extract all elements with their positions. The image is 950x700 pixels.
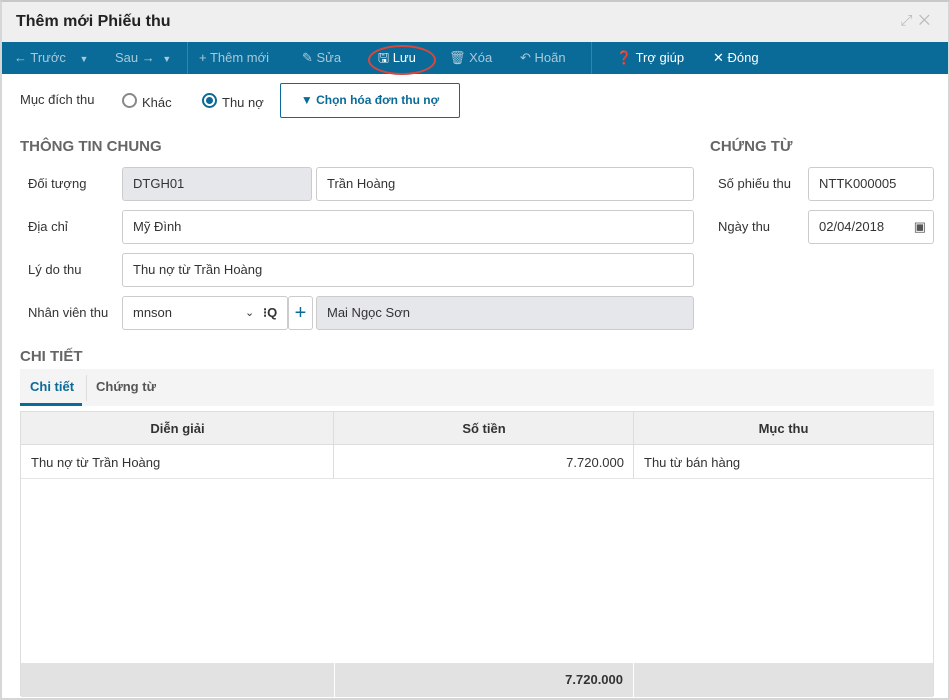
voucher-heading: CHỨNG TỪ: [710, 138, 793, 155]
calendar-icon[interactable]: ▣: [914, 211, 926, 243]
column-header[interactable]: Mục thu: [634, 412, 933, 445]
address-label: Địa chỉ: [28, 219, 68, 234]
choose-invoice-button[interactable]: ▼ Chọn hóa đơn thu nợ: [280, 83, 460, 118]
radio-other-label: Khác: [142, 95, 172, 110]
edit-button[interactable]: ✎ Sửa: [302, 42, 341, 74]
search-list-icon[interactable]: ⁝Q: [263, 297, 277, 329]
toolbar: ← Trước ▼ Sau → ▼ + Thêm mới ✎ Sửa 🖫 Lưu…: [2, 42, 948, 74]
delete-button[interactable]: 🗑 Xóa: [449, 42, 492, 74]
cell-category[interactable]: Thu từ bán hàng: [634, 446, 933, 479]
add-staff-button[interactable]: +: [288, 296, 313, 330]
receipt-dialog: Thêm mới Phiếu thu ⤢✕ ← Trước ▼ Sau → ▼ …: [0, 0, 950, 700]
prev-button[interactable]: ← Trước ▼: [14, 42, 88, 74]
tab-voucher[interactable]: Chứng từ: [96, 369, 156, 406]
total-amount: 7.720.000: [334, 663, 634, 697]
address-field[interactable]: Mỹ Đình: [122, 210, 694, 244]
chevron-down-icon: ▼: [162, 54, 172, 64]
dialog-title: Thêm mới Phiếu thu: [16, 13, 171, 30]
radio-debt-label: Thu nợ: [222, 95, 264, 110]
filter-icon: ▼: [300, 93, 317, 107]
chevron-down-icon: ▼: [79, 54, 89, 64]
plus-icon: +: [199, 50, 210, 65]
object-code-field[interactable]: DTGH01: [122, 167, 312, 201]
object-label: Đối tượng: [28, 176, 87, 191]
detail-heading: CHI TIẾT: [20, 348, 83, 365]
reason-field[interactable]: Thu nợ từ Trần Hoàng: [122, 253, 694, 287]
purpose-label: Mục đích thu: [20, 92, 95, 107]
chevron-down-icon: ⌄: [245, 307, 255, 319]
pencil-icon: ✎: [302, 50, 317, 65]
arrow-left-icon: ←: [14, 50, 31, 65]
close-icon[interactable]: ✕: [919, 12, 936, 29]
radio-debt[interactable]: [202, 93, 217, 108]
next-button[interactable]: Sau → ▼: [115, 42, 171, 74]
staff-label: Nhân viên thu: [28, 305, 109, 320]
undo-icon: ↶: [520, 50, 535, 65]
footer-cell: [634, 663, 933, 697]
title-bar: Thêm mới Phiếu thu ⤢✕: [2, 2, 948, 42]
general-heading: THÔNG TIN CHUNG: [20, 138, 162, 155]
voucher-date-field[interactable]: 02/04/2018 ▣: [808, 210, 934, 244]
tab-detail[interactable]: Chi tiết: [20, 369, 82, 406]
close-button[interactable]: ✕ Đóng: [713, 42, 759, 74]
maximize-icon[interactable]: ⤢: [901, 12, 919, 29]
column-header[interactable]: Số tiền: [334, 412, 634, 445]
highlight-circle: [368, 45, 436, 75]
voucher-date-label: Ngày thu: [718, 219, 771, 234]
staff-name-field[interactable]: Mai Ngọc Sơn: [316, 296, 694, 330]
detail-tabs: Chi tiết Chứng từ: [20, 369, 934, 406]
voucher-number-field[interactable]: NTTK000005: [808, 167, 934, 201]
radio-other[interactable]: [122, 93, 137, 108]
voucher-number-label: Số phiếu thu: [718, 176, 792, 191]
reason-label: Lý do thu: [28, 262, 82, 277]
trash-icon: 🗑: [449, 50, 470, 65]
close-icon: ✕: [713, 50, 728, 65]
add-button[interactable]: + Thêm mới: [199, 42, 269, 74]
undo-button[interactable]: ↶ Hoãn: [520, 42, 566, 74]
cell-amount[interactable]: 7.720.000: [334, 446, 634, 479]
footer-cell: [21, 663, 334, 697]
column-header[interactable]: Diễn giải: [21, 412, 334, 445]
detail-table: Diễn giải Số tiền Mục thu Thu nợ từ Trần…: [20, 411, 934, 697]
help-button[interactable]: ❓ Trợ giúp: [616, 42, 684, 74]
arrow-right-icon: →: [141, 50, 155, 65]
help-icon: ❓: [616, 50, 633, 65]
object-name-field[interactable]: Trần Hoàng: [316, 167, 694, 201]
staff-select[interactable]: mnson ⌄ ⁝Q: [122, 296, 288, 330]
cell-desc[interactable]: Thu nợ từ Trần Hoàng: [21, 446, 334, 479]
